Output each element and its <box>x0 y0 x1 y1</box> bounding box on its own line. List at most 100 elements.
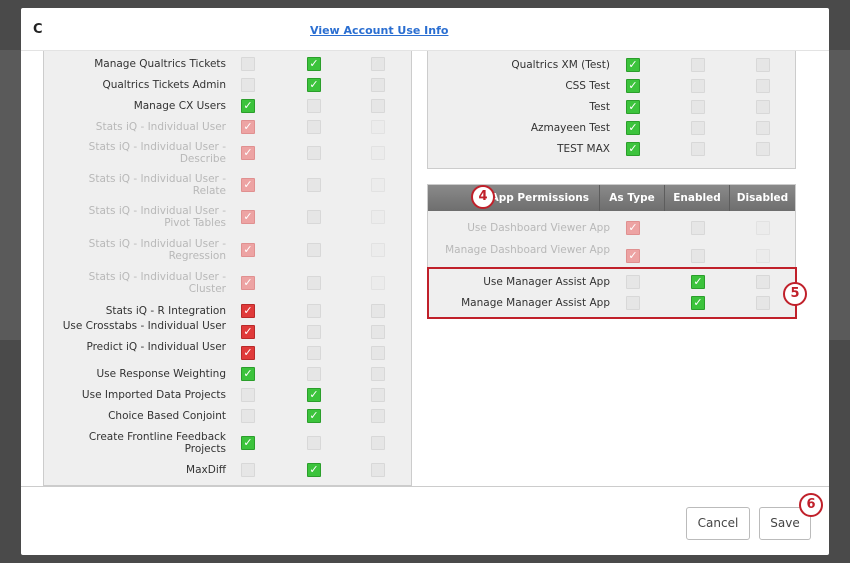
checkbox-unchecked[interactable] <box>371 463 385 477</box>
checkbox-checked[interactable]: ✓ <box>241 325 255 339</box>
checkbox-unchecked[interactable] <box>371 388 385 402</box>
checkbox-unchecked <box>371 210 385 224</box>
checkbox-unchecked[interactable] <box>691 58 705 72</box>
view-account-use-info-link[interactable]: View Account Use Info <box>310 24 448 37</box>
checkbox-checked[interactable]: ✓ <box>626 79 640 93</box>
checkbox-unchecked[interactable] <box>307 436 321 450</box>
checkbox-checked: ✓ <box>241 276 255 290</box>
checkbox-checked[interactable]: ✓ <box>241 99 255 113</box>
checkbox-checked[interactable]: ✓ <box>626 58 640 72</box>
col-as-type: As Type <box>599 185 664 211</box>
checkbox-unchecked <box>691 221 705 235</box>
checkbox-unchecked[interactable] <box>241 463 255 477</box>
permissions-list-right[interactable]: Qualtrics XM (Test) ✓ CSS Test ✓ Test ✓ Azmaye… <box>427 51 796 169</box>
col-enabled: Enabled <box>664 185 729 211</box>
checkbox-unchecked[interactable] <box>371 409 385 423</box>
checkbox-unchecked[interactable] <box>307 304 321 318</box>
checkbox-unchecked[interactable] <box>371 436 385 450</box>
checkbox-unchecked[interactable] <box>756 100 770 114</box>
checkbox-unchecked[interactable] <box>756 142 770 156</box>
checkbox-unchecked <box>371 120 385 134</box>
checkbox-unchecked[interactable] <box>756 121 770 135</box>
col-app-permissions: App Permissions <box>490 192 589 204</box>
checkbox-checked[interactable]: ✓ <box>307 463 321 477</box>
permission-label: MaxDiff <box>186 464 226 476</box>
step-badge-5: 5 <box>783 282 807 306</box>
checkbox-checked[interactable]: ✓ <box>307 78 321 92</box>
cancel-button[interactable]: Cancel <box>686 507 750 540</box>
permission-label: Qualtrics XM (Test) <box>511 59 610 71</box>
permission-label: Choice Based Conjoint <box>108 410 226 422</box>
permission-label: Stats iQ - Individual User - Describe <box>88 141 226 165</box>
checkbox-unchecked <box>307 120 321 134</box>
checkbox-checked: ✓ <box>241 210 255 224</box>
permission-label: Predict iQ - Individual User <box>86 341 226 353</box>
permission-label: Manage Qualtrics Tickets <box>94 58 226 70</box>
permission-label: TEST MAX <box>557 143 610 155</box>
checkbox-unchecked[interactable] <box>371 57 385 71</box>
permission-label: Manage CX Users <box>133 100 226 112</box>
checkbox-unchecked <box>371 243 385 257</box>
checkbox-checked[interactable]: ✓ <box>307 57 321 71</box>
permission-label: Stats iQ - R Integration <box>105 305 226 317</box>
checkbox-unchecked[interactable] <box>241 78 255 92</box>
checkbox-unchecked <box>307 178 321 192</box>
checkbox-unchecked[interactable] <box>691 142 705 156</box>
checkbox-unchecked <box>307 210 321 224</box>
permission-label: CSS Test <box>565 80 610 92</box>
checkbox-checked[interactable]: ✓ <box>626 121 640 135</box>
checkbox-checked: ✓ <box>241 243 255 257</box>
checkbox-unchecked[interactable] <box>307 346 321 360</box>
checkbox-unchecked[interactable] <box>371 304 385 318</box>
checkbox-unchecked[interactable] <box>371 367 385 381</box>
permission-label: Stats iQ - Individual User - Pivot Table… <box>88 205 226 229</box>
checkbox-unchecked[interactable] <box>691 121 705 135</box>
permission-label: Use Crosstabs - Individual User <box>62 320 226 332</box>
checkbox-unchecked[interactable] <box>307 325 321 339</box>
checkbox-unchecked <box>371 276 385 290</box>
permissions-modal: C View Account Use Info Manage Qualtrics… <box>21 8 829 555</box>
checkbox-checked: ✓ <box>241 178 255 192</box>
checkbox-unchecked[interactable] <box>371 346 385 360</box>
checkbox-checked: ✓ <box>626 221 640 235</box>
permission-label: Qualtrics Tickets Admin <box>102 79 226 91</box>
checkbox-unchecked[interactable] <box>241 409 255 423</box>
col-disabled: Disabled <box>729 185 795 211</box>
checkbox-unchecked <box>371 146 385 160</box>
permission-label: Test <box>589 101 610 113</box>
permission-label: Stats iQ - Individual User - Cluster <box>88 271 226 295</box>
step-badge-6: 6 <box>799 493 823 517</box>
modal-title: C <box>33 22 43 37</box>
checkbox-unchecked[interactable] <box>241 57 255 71</box>
permission-label: Use Response Weighting <box>96 368 226 380</box>
checkbox-unchecked[interactable] <box>307 367 321 381</box>
checkbox-unchecked[interactable] <box>691 100 705 114</box>
checkbox-checked: ✓ <box>626 249 640 263</box>
checkbox-unchecked[interactable] <box>241 388 255 402</box>
checkbox-checked[interactable]: ✓ <box>626 142 640 156</box>
checkbox-checked[interactable]: ✓ <box>241 304 255 318</box>
checkbox-unchecked[interactable] <box>371 325 385 339</box>
checkbox-unchecked <box>307 146 321 160</box>
checkbox-unchecked[interactable] <box>691 79 705 93</box>
permissions-list-left[interactable]: Manage Qualtrics Tickets ✓ Qualtrics Ticke… <box>43 51 412 486</box>
permission-label: Stats iQ - Individual User <box>95 121 226 133</box>
checkbox-unchecked <box>307 243 321 257</box>
checkbox-unchecked[interactable] <box>371 78 385 92</box>
checkbox-unchecked[interactable] <box>307 99 321 113</box>
checkbox-unchecked[interactable] <box>756 58 770 72</box>
footer-divider <box>21 486 829 487</box>
checkbox-checked[interactable]: ✓ <box>241 436 255 450</box>
background-page-right <box>829 50 850 340</box>
checkbox-unchecked[interactable] <box>756 79 770 93</box>
checkbox-unchecked <box>756 249 770 263</box>
checkbox-checked[interactable]: ✓ <box>307 409 321 423</box>
checkbox-checked[interactable]: ✓ <box>307 388 321 402</box>
highlight-box <box>427 267 797 319</box>
checkbox-checked[interactable]: ✓ <box>626 100 640 114</box>
checkbox-checked: ✓ <box>241 120 255 134</box>
permission-label: Create Frontline Feedback Projects <box>88 431 226 455</box>
checkbox-checked[interactable]: ✓ <box>241 346 255 360</box>
checkbox-unchecked[interactable] <box>371 99 385 113</box>
checkbox-checked[interactable]: ✓ <box>241 367 255 381</box>
